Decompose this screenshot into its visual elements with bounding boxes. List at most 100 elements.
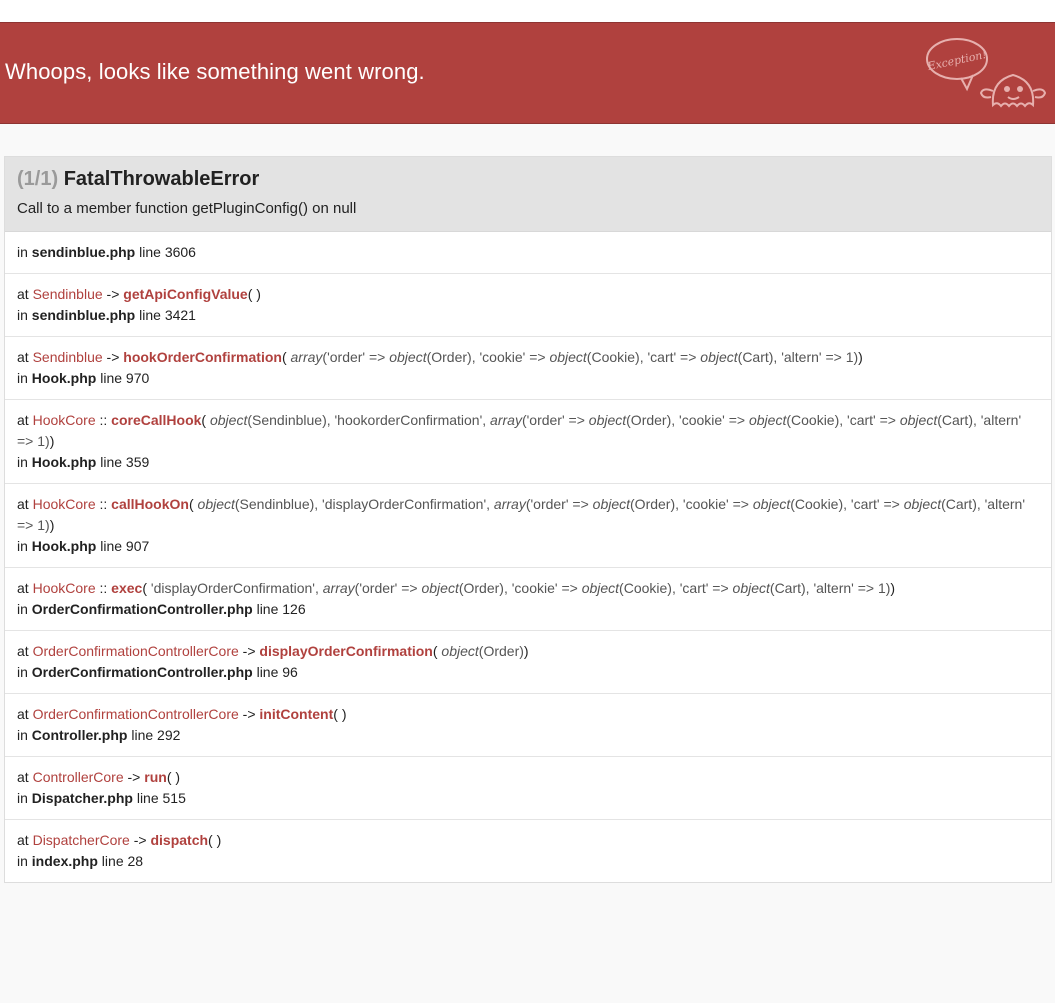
trace-frame: at ControllerCore -> run( ) in Dispatcher… [5,757,1051,820]
frame-file: Hook.php [31,454,97,470]
frame-location: in Hook.php line 970 [17,368,1039,389]
frame-arg-type: object [732,580,770,596]
frame-prefix: at [17,832,33,848]
frame-separator: :: [95,412,112,428]
frame-in: in [17,790,32,806]
frame-file: OrderConfirmationController.php [31,664,253,680]
frame-arg: (Cookie), 'cart' => [790,496,904,512]
frame-paren-close: ) [256,286,261,302]
frame-in: in [17,307,32,323]
trace-frame: at OrderConfirmationControllerCore -> in… [5,694,1051,757]
frame-line: line 970 [96,370,150,386]
frame-prefix: at [17,643,33,659]
frame-arg-type: object [700,349,738,365]
trace-frame: at HookCore :: coreCallHook( object(Send… [5,400,1051,484]
frame-call: at OrderConfirmationControllerCore -> di… [17,641,1039,662]
frame-class: OrderConfirmationControllerCore [32,706,239,722]
frame-file: Controller.php [31,727,128,743]
frame-location: in Hook.php line 907 [17,536,1039,557]
frame-call: at HookCore :: coreCallHook( object(Send… [17,410,1039,452]
frame-paren-close: ) [890,580,896,596]
frame-method: initContent [259,706,334,722]
frame-arg: ('order' => [521,412,589,428]
frame-method: hookOrderConfirmation [123,349,282,365]
frame-line: line 28 [97,853,144,869]
frame-prefix: at [17,580,33,596]
frame-line: line 3421 [135,307,196,323]
frame-arg-type: object [903,496,942,512]
frame-arg: (Order), 'cookie' => [626,412,749,428]
frame-separator: -> [129,832,151,848]
frame-paren-close: ) [49,517,55,533]
frame-line: line 907 [96,538,150,554]
stack-trace: at Sendinblue -> getApiConfigValue( ) in … [5,274,1051,882]
frame-arg: (Cart), 'altern' => 1) [737,349,859,365]
frame-arg: (Cookie), 'cart' => [786,412,900,428]
frame-line: line 96 [252,664,298,680]
frame-arg: (Order), 'cookie' => [458,580,582,596]
frame-arg-type: object [209,412,248,428]
frame-paren-open: ( [281,349,291,365]
frame-arg-type: object [197,496,235,512]
frame-arg-type: object [549,349,587,365]
frame-arg: 'displayOrderConfirmation', [150,580,323,596]
frame-separator: -> [238,706,260,722]
frame-arg: (Cookie), 'cart' => [586,349,701,365]
frame-arg-type: array [493,496,526,512]
frame-arg-type: object [899,412,938,428]
frame-class: Sendinblue [32,349,103,365]
frame-separator: :: [95,580,112,596]
frame-paren-close: ) [523,643,529,659]
error-header: Whoops, looks like something went wrong.… [0,22,1055,124]
trace-frame: at Sendinblue -> getApiConfigValue( ) in … [5,274,1051,337]
ghost-mascot-icon: Exception! [925,38,1047,108]
frame-location: in index.php line 28 [17,851,1039,872]
frame-paren-close: ) [216,832,222,848]
frame-in: in [17,454,32,470]
frame-arg-type: array [490,412,522,428]
frame-separator: -> [238,643,260,659]
frame-arg: (Sendinblue), 'displayOrderConfirmation'… [234,496,494,512]
frame-paren-open: ( [208,832,217,848]
frame-file: Dispatcher.php [31,790,133,806]
frame-method: run [144,769,167,785]
frame-method: dispatch [150,832,209,848]
frame-method: callHookOn [111,496,189,512]
frame-arg-type: object [389,349,427,365]
frame-in: in [17,601,32,617]
frame-file: index.php [31,853,98,869]
top-strip [0,0,1055,22]
frame-paren-close: ) [49,433,55,449]
frame-arg-type: array [322,580,355,596]
frame-call: at DispatcherCore -> dispatch( ) [17,830,1039,851]
frame-prefix: at [17,349,33,365]
frame-paren-close: ) [341,706,347,722]
exception-origin-row: in sendinblue.php line 3606 [5,232,1051,274]
frame-in: in [17,664,32,680]
frame-file: sendinblue.php [31,307,136,323]
frame-file: OrderConfirmationController.php [31,601,253,617]
origin-file: sendinblue.php [31,244,136,260]
trace-frame: at OrderConfirmationControllerCore -> di… [5,631,1051,694]
frame-arg-type: object [588,412,627,428]
frame-separator: -> [102,349,124,365]
frame-line: line 515 [132,790,186,806]
frame-class: HookCore [32,496,96,512]
frame-paren-open: ( [142,580,151,596]
frame-call: at Sendinblue -> hookOrderConfirmation( … [17,347,1039,368]
frame-arg-type: object [441,643,479,659]
origin-line: line 3606 [139,244,196,260]
page-title: Whoops, looks like something went wrong. [5,59,425,84]
frame-prefix: at [17,286,33,302]
frame-arg: (Sendinblue), 'hookorderConfirmation', [247,412,491,428]
frame-class: HookCore [32,412,96,428]
frame-method: displayOrderConfirmation [259,643,433,659]
trace-frame: at DispatcherCore -> dispatch( ) in index… [5,820,1051,882]
frame-in: in [17,727,32,743]
frame-prefix: at [17,412,33,428]
frame-paren-open: ( [247,286,257,302]
frame-file: Hook.php [31,538,97,554]
frame-arg-type: object [592,496,631,512]
frame-line: line 359 [96,454,150,470]
frame-class: DispatcherCore [32,832,130,848]
